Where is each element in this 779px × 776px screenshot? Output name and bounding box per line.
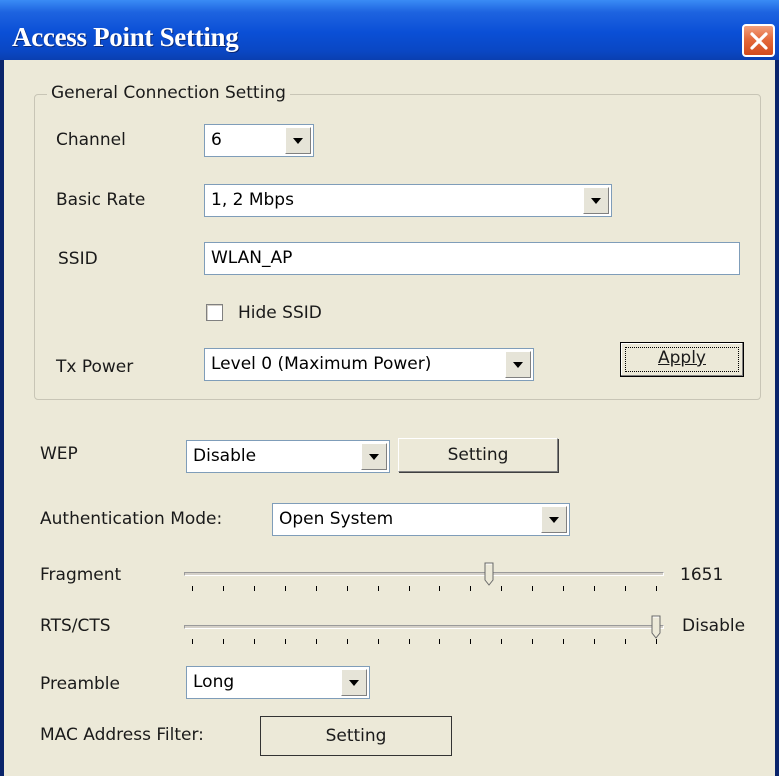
slider-tick — [439, 586, 440, 591]
slider-tick — [409, 639, 410, 644]
close-button[interactable] — [742, 24, 775, 57]
chevron-down-icon[interactable] — [361, 443, 387, 470]
mac-filter-setting-button[interactable]: Setting — [260, 716, 452, 756]
rts-cts-value: Disable — [682, 616, 746, 636]
preamble-label: Preamble — [40, 674, 120, 694]
fragment-label: Fragment — [40, 565, 122, 585]
slider-track — [184, 572, 664, 576]
slider-tick — [656, 586, 657, 591]
ssid-label: SSID — [58, 249, 98, 269]
wep-select[interactable]: Disable — [186, 440, 390, 473]
title-bar[interactable]: Access Point Setting — [0, 0, 779, 60]
wep-value: Disable — [193, 446, 257, 466]
slider-tick — [470, 586, 471, 591]
channel-label: Channel — [56, 130, 126, 150]
slider-tick — [563, 639, 564, 644]
chevron-down-icon[interactable] — [583, 187, 609, 214]
fragment-slider[interactable] — [184, 560, 664, 596]
basic-rate-label: Basic Rate — [56, 190, 146, 210]
wep-label: WEP — [40, 444, 78, 464]
slider-thumb[interactable] — [484, 562, 494, 586]
slider-tick — [316, 639, 317, 644]
preamble-select[interactable]: Long — [186, 666, 370, 699]
close-icon — [749, 31, 768, 50]
slider-tick — [378, 586, 379, 591]
slider-tick — [501, 586, 502, 591]
slider-tick — [532, 639, 533, 644]
slider-tick — [223, 639, 224, 644]
chevron-down-icon[interactable] — [285, 127, 311, 154]
slider-tick — [285, 639, 286, 644]
basic-rate-select[interactable]: 1, 2 Mbps — [204, 184, 612, 217]
wep-setting-button[interactable]: Setting — [398, 438, 558, 472]
slider-tick — [378, 639, 379, 644]
dialog-body: General Connection Setting Channel 6 Bas… — [4, 60, 775, 776]
fragment-value: 1651 — [680, 565, 724, 585]
slider-tick — [254, 639, 255, 644]
hide-ssid-label: Hide SSID — [238, 303, 322, 323]
authentication-mode-label: Authentication Mode: — [40, 509, 223, 529]
slider-tick — [223, 586, 224, 591]
slider-tick — [254, 586, 255, 591]
apply-button[interactable]: Apply — [620, 342, 744, 377]
slider-thumb[interactable] — [651, 615, 661, 639]
tx-power-select[interactable]: Level 0 (Maximum Power) — [204, 348, 534, 381]
group-legend: General Connection Setting — [47, 83, 290, 103]
slider-tick — [625, 639, 626, 644]
slider-tick — [285, 586, 286, 591]
preamble-value: Long — [193, 672, 235, 692]
rts-cts-label: RTS/CTS — [40, 616, 111, 636]
slider-tick — [192, 586, 193, 591]
slider-tick — [439, 639, 440, 644]
access-point-setting-window: Access Point Setting General Connection … — [0, 0, 779, 776]
basic-rate-value: 1, 2 Mbps — [211, 190, 294, 210]
mac-address-filter-label: MAC Address Filter: — [40, 725, 204, 745]
slider-tick — [347, 586, 348, 591]
slider-tick — [347, 639, 348, 644]
slider-tick — [594, 586, 595, 591]
slider-tick — [625, 586, 626, 591]
tx-power-value: Level 0 (Maximum Power) — [211, 354, 432, 374]
channel-value: 6 — [211, 130, 222, 150]
slider-tick — [192, 639, 193, 644]
channel-select[interactable]: 6 — [204, 124, 314, 157]
ssid-input[interactable]: WLAN_AP — [204, 242, 740, 275]
slider-tick — [563, 586, 564, 591]
authentication-mode-select[interactable]: Open System — [272, 503, 570, 536]
slider-tick — [594, 639, 595, 644]
apply-button-label: Apply — [658, 348, 706, 368]
slider-tick — [532, 586, 533, 591]
chevron-down-icon[interactable] — [541, 506, 567, 533]
authentication-mode-value: Open System — [279, 509, 394, 529]
hide-ssid-checkbox[interactable] — [206, 304, 223, 321]
chevron-down-icon[interactable] — [505, 351, 531, 378]
window-title: Access Point Setting — [12, 22, 239, 52]
slider-tick — [656, 639, 657, 644]
slider-track — [184, 625, 664, 629]
slider-tick — [409, 586, 410, 591]
tx-power-label: Tx Power — [56, 357, 134, 377]
slider-tick — [470, 639, 471, 644]
slider-tick — [501, 639, 502, 644]
slider-tick — [316, 586, 317, 591]
chevron-down-icon[interactable] — [341, 669, 367, 696]
rts-cts-slider[interactable] — [184, 613, 664, 649]
